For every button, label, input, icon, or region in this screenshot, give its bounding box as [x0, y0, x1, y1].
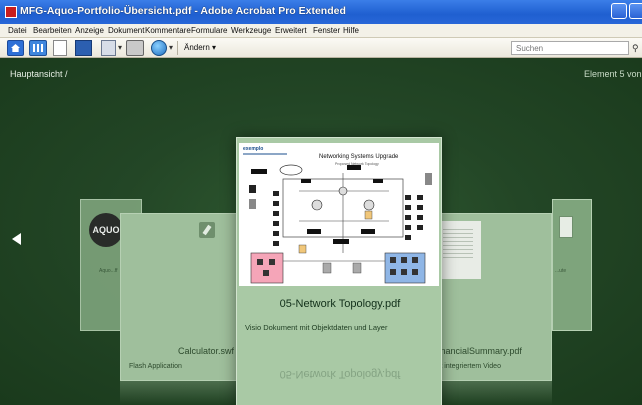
file-card-far-right[interactable]: ...ute — [552, 199, 592, 331]
file-card-financial-summary[interactable]: FinancialSummary.pdf mit integriertem Vi… — [430, 213, 552, 381]
print-icon[interactable] — [126, 40, 144, 56]
window-title: MFG-Aquo-Portfolio-Übersicht.pdf - Adobe… — [20, 5, 346, 17]
file-card-reflection: 05-Network Topology.pdf — [279, 368, 401, 380]
document-thumbnail — [437, 221, 481, 279]
menu-fenster[interactable]: Fenster — [313, 26, 340, 35]
document-thumbnail — [559, 216, 573, 238]
title-bar: MFG-Aquo-Portfolio-Übersicht.pdf - Adobe… — [0, 0, 642, 24]
menu-bearbeiten[interactable]: Bearbeiten — [33, 26, 72, 35]
menu-erweitert[interactable]: Erweitert — [275, 26, 307, 35]
menu-werkzeuge[interactable]: Werkzeuge — [231, 26, 271, 35]
search-input[interactable] — [511, 41, 629, 55]
binoculars-icon[interactable]: ⚲ — [632, 43, 639, 54]
layout-grid-icon[interactable] — [29, 40, 47, 56]
menu-dokument[interactable]: Dokument — [108, 26, 144, 35]
toolbar: ▾ ▾ Ändern ▾ ⚲ — [0, 38, 642, 58]
monitor-icon[interactable] — [75, 40, 92, 56]
file-card-caption: Aquo...ff — [99, 268, 118, 274]
page-icon[interactable] — [53, 40, 67, 56]
home-icon[interactable] — [7, 40, 24, 56]
flash-file-icon — [199, 222, 215, 238]
menu-bar: Datei Bearbeiten Anzeige Dokument Kommen… — [0, 24, 642, 38]
previous-arrow-icon[interactable] — [12, 233, 21, 245]
acrobat-app-icon — [5, 6, 17, 18]
globe-dropdown-arrow-icon[interactable]: ▾ — [169, 43, 173, 52]
file-card-description: Visio Dokument mit Objektdaten und Layer — [245, 323, 388, 332]
menu-anzeige[interactable]: Anzeige — [75, 26, 104, 35]
change-menu-button[interactable]: Ändern ▾ — [184, 43, 216, 52]
thumbnail-title: Networking Systems Upgrade — [319, 154, 399, 160]
thumbnail-brand: exemplo — [243, 146, 264, 152]
file-card-title: FinancialSummary.pdf — [433, 346, 522, 356]
menu-kommentare[interactable]: Kommentare — [145, 26, 191, 35]
file-card-description: mit integriertem Video — [433, 363, 501, 370]
file-card-title: 05-Network Topology.pdf — [279, 298, 401, 310]
file-card-calculator[interactable]: Calculator.swf Flash Application — [120, 213, 245, 381]
portfolio-view: Hauptansicht / Element 5 von AQUO Aquo..… — [0, 59, 642, 405]
menu-formulare[interactable]: Formulare — [191, 26, 227, 35]
save-icon[interactable] — [101, 40, 116, 56]
element-counter: Element 5 von — [584, 69, 642, 79]
toolbar-separator — [177, 41, 178, 55]
file-card-caption: ...ute — [555, 268, 567, 274]
aquo-logo: AQUO — [89, 213, 123, 247]
thumbnail-subtitle: Proposed Network Topology — [335, 162, 379, 166]
menu-datei[interactable]: Datei — [8, 26, 27, 35]
save-dropdown-arrow-icon[interactable]: ▾ — [118, 43, 122, 52]
network-diagram-thumbnail: exemplo Networking Systems Upgrade Propo… — [239, 143, 439, 286]
globe-icon[interactable] — [151, 40, 167, 56]
file-card-description: Flash Application — [129, 363, 182, 370]
menu-hilfe[interactable]: Hilfe — [343, 26, 359, 35]
file-card-network-topology[interactable]: exemplo Networking Systems Upgrade Propo… — [236, 137, 442, 405]
minimize-button[interactable] — [611, 3, 627, 19]
breadcrumb[interactable]: Hauptansicht / — [10, 69, 68, 79]
maximize-button[interactable] — [629, 3, 642, 19]
file-card-title: Calculator.swf — [178, 346, 235, 356]
